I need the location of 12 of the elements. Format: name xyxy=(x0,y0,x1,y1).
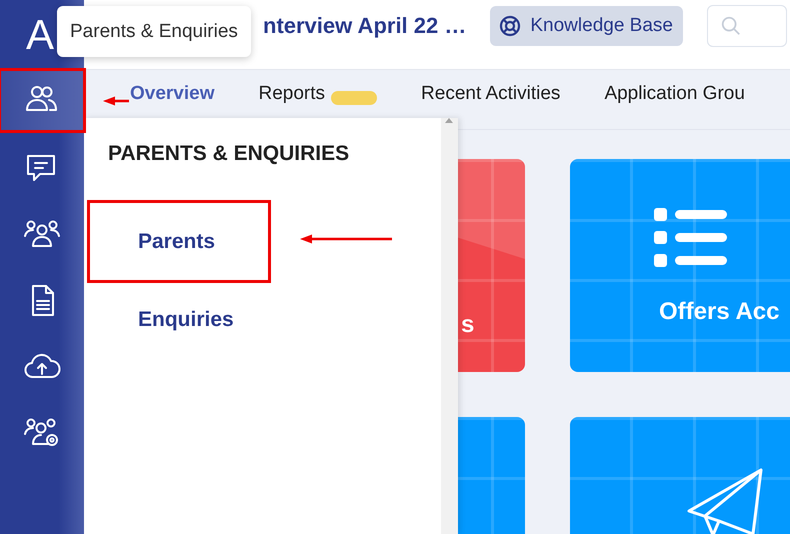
tab[interactable]: Overview xyxy=(130,82,214,104)
tab[interactable]: Application Grou xyxy=(604,82,745,104)
menu-item[interactable]: Enquiries xyxy=(88,282,270,358)
knowledge-base-button[interactable]: Knowledge Base xyxy=(490,6,683,46)
tile-label: s xyxy=(461,311,474,339)
menu-heading: PARENTS & ENQUIRIES xyxy=(108,142,350,166)
menu-item[interactable]: Parents xyxy=(88,201,270,282)
page-title: nterview April 22 … xyxy=(263,12,466,38)
tooltip: Parents & Enquiries xyxy=(57,6,251,57)
tab[interactable]: Recent Activities xyxy=(421,82,560,104)
tile-label: Offers Acc xyxy=(659,298,780,326)
tab[interactable]: Reports xyxy=(258,82,378,104)
